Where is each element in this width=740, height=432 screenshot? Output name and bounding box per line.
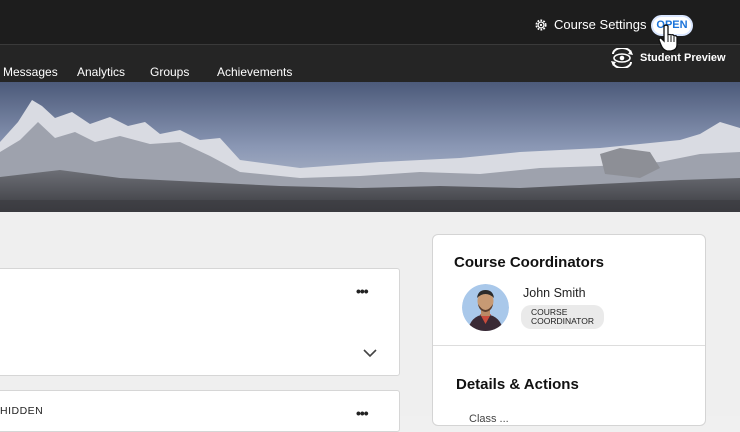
course-settings-button[interactable]: Course Settings xyxy=(534,17,647,32)
role-badge-line2: COORDINATOR xyxy=(531,316,594,326)
nav-item-messages[interactable]: Messages xyxy=(3,65,58,79)
nav-item-groups[interactable]: Groups xyxy=(150,65,189,79)
chevron-down-icon[interactable] xyxy=(363,349,377,358)
hidden-content-card: ••• xyxy=(0,390,400,432)
course-settings-label: Course Settings xyxy=(554,17,647,32)
hidden-status-label: HIDDEN xyxy=(0,405,44,417)
coordinator-name[interactable]: John Smith xyxy=(523,286,586,300)
hand-cursor-icon xyxy=(658,24,678,52)
divider xyxy=(433,345,705,346)
gear-icon xyxy=(535,18,547,31)
top-bar: Course Settings OPEN xyxy=(0,0,740,44)
course-info-panel: Course Coordinators John Smith COURSE CO… xyxy=(432,234,706,426)
details-item-partial[interactable]: Class ... xyxy=(469,413,509,425)
course-coordinators-heading: Course Coordinators xyxy=(454,254,605,271)
more-options-icon[interactable]: ••• xyxy=(356,283,369,299)
role-badge: COURSE COORDINATOR xyxy=(521,305,604,329)
course-banner-image xyxy=(0,82,740,212)
more-options-icon[interactable]: ••• xyxy=(356,405,369,421)
avatar xyxy=(462,284,509,331)
nav-item-achievements[interactable]: Achievements xyxy=(217,65,292,79)
nav-item-analytics[interactable]: Analytics xyxy=(77,65,125,79)
student-preview-label: Student Preview xyxy=(640,52,726,64)
student-preview-icon xyxy=(611,48,633,68)
details-actions-heading: Details & Actions xyxy=(456,376,579,393)
content-card: ••• xyxy=(0,268,400,376)
